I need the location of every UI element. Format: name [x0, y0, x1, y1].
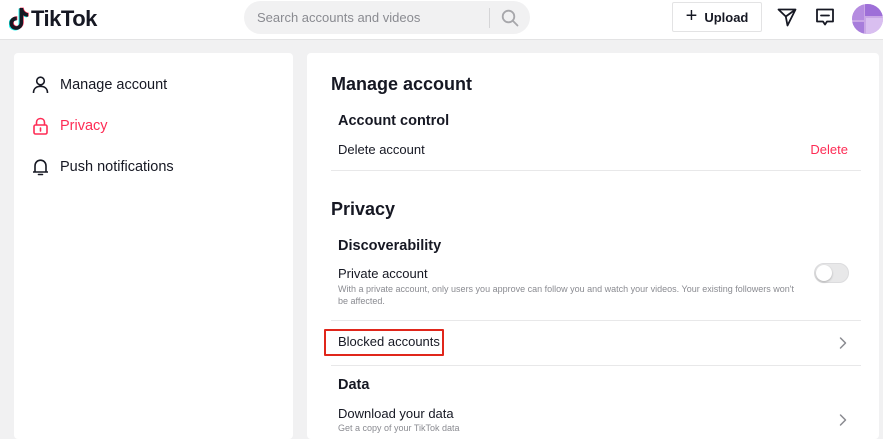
blocked-accounts-label: Blocked accounts [338, 334, 440, 349]
sidebar-item-label: Privacy [60, 118, 108, 134]
tiktok-note-icon [9, 7, 29, 31]
download-data-label: Download your data [338, 406, 454, 421]
sidebar-item-push-notifications[interactable]: Push notifications [32, 153, 282, 181]
private-account-toggle[interactable] [814, 263, 849, 283]
tiktok-logo[interactable]: TikTok [9, 4, 97, 34]
person-icon [32, 76, 49, 94]
privacy-title: Privacy [331, 199, 396, 219]
divider [331, 170, 861, 171]
upload-button[interactable]: + Upload [672, 2, 762, 32]
delete-account-label: Delete account [338, 142, 425, 157]
settings-content: Manage account Account control Delete ac… [307, 53, 879, 439]
message-icon[interactable] [814, 6, 838, 28]
top-navbar: TikTok + Upload [0, 0, 883, 40]
sidebar-item-label: Push notifications [60, 159, 174, 175]
discoverability-heading: Discoverability [338, 238, 442, 254]
logo-text: TikTok [31, 6, 97, 31]
private-account-description: With a private account, only users you a… [338, 284, 794, 306]
divider [331, 365, 861, 366]
send-icon[interactable] [776, 6, 800, 28]
account-control-heading: Account control [338, 113, 450, 129]
delete-account-link[interactable]: Delete [810, 142, 848, 157]
private-account-label: Private account [338, 266, 428, 281]
search-button[interactable] [490, 1, 530, 34]
download-data-description: Get a copy of your TikTok data [338, 423, 460, 433]
data-heading: Data [338, 377, 370, 393]
toggle-knob [816, 265, 832, 281]
search-icon [501, 9, 519, 26]
manage-account-title: Manage account [331, 74, 473, 94]
settings-sidebar: Manage account Privacy Push notification… [14, 53, 293, 439]
upload-label: Upload [704, 9, 749, 25]
sidebar-item-label: Manage account [60, 77, 168, 93]
lock-icon [33, 117, 48, 135]
avatar[interactable] [852, 4, 883, 34]
chevron-right-icon[interactable] [838, 413, 848, 427]
bell-icon [33, 158, 48, 175]
chevron-right-icon[interactable] [838, 336, 848, 350]
search-bar [244, 1, 530, 34]
sidebar-item-manage-account[interactable]: Manage account [32, 71, 282, 99]
sidebar-item-privacy[interactable]: Privacy [32, 112, 282, 140]
plus-icon: + [685, 5, 698, 27]
search-input[interactable] [244, 1, 489, 34]
